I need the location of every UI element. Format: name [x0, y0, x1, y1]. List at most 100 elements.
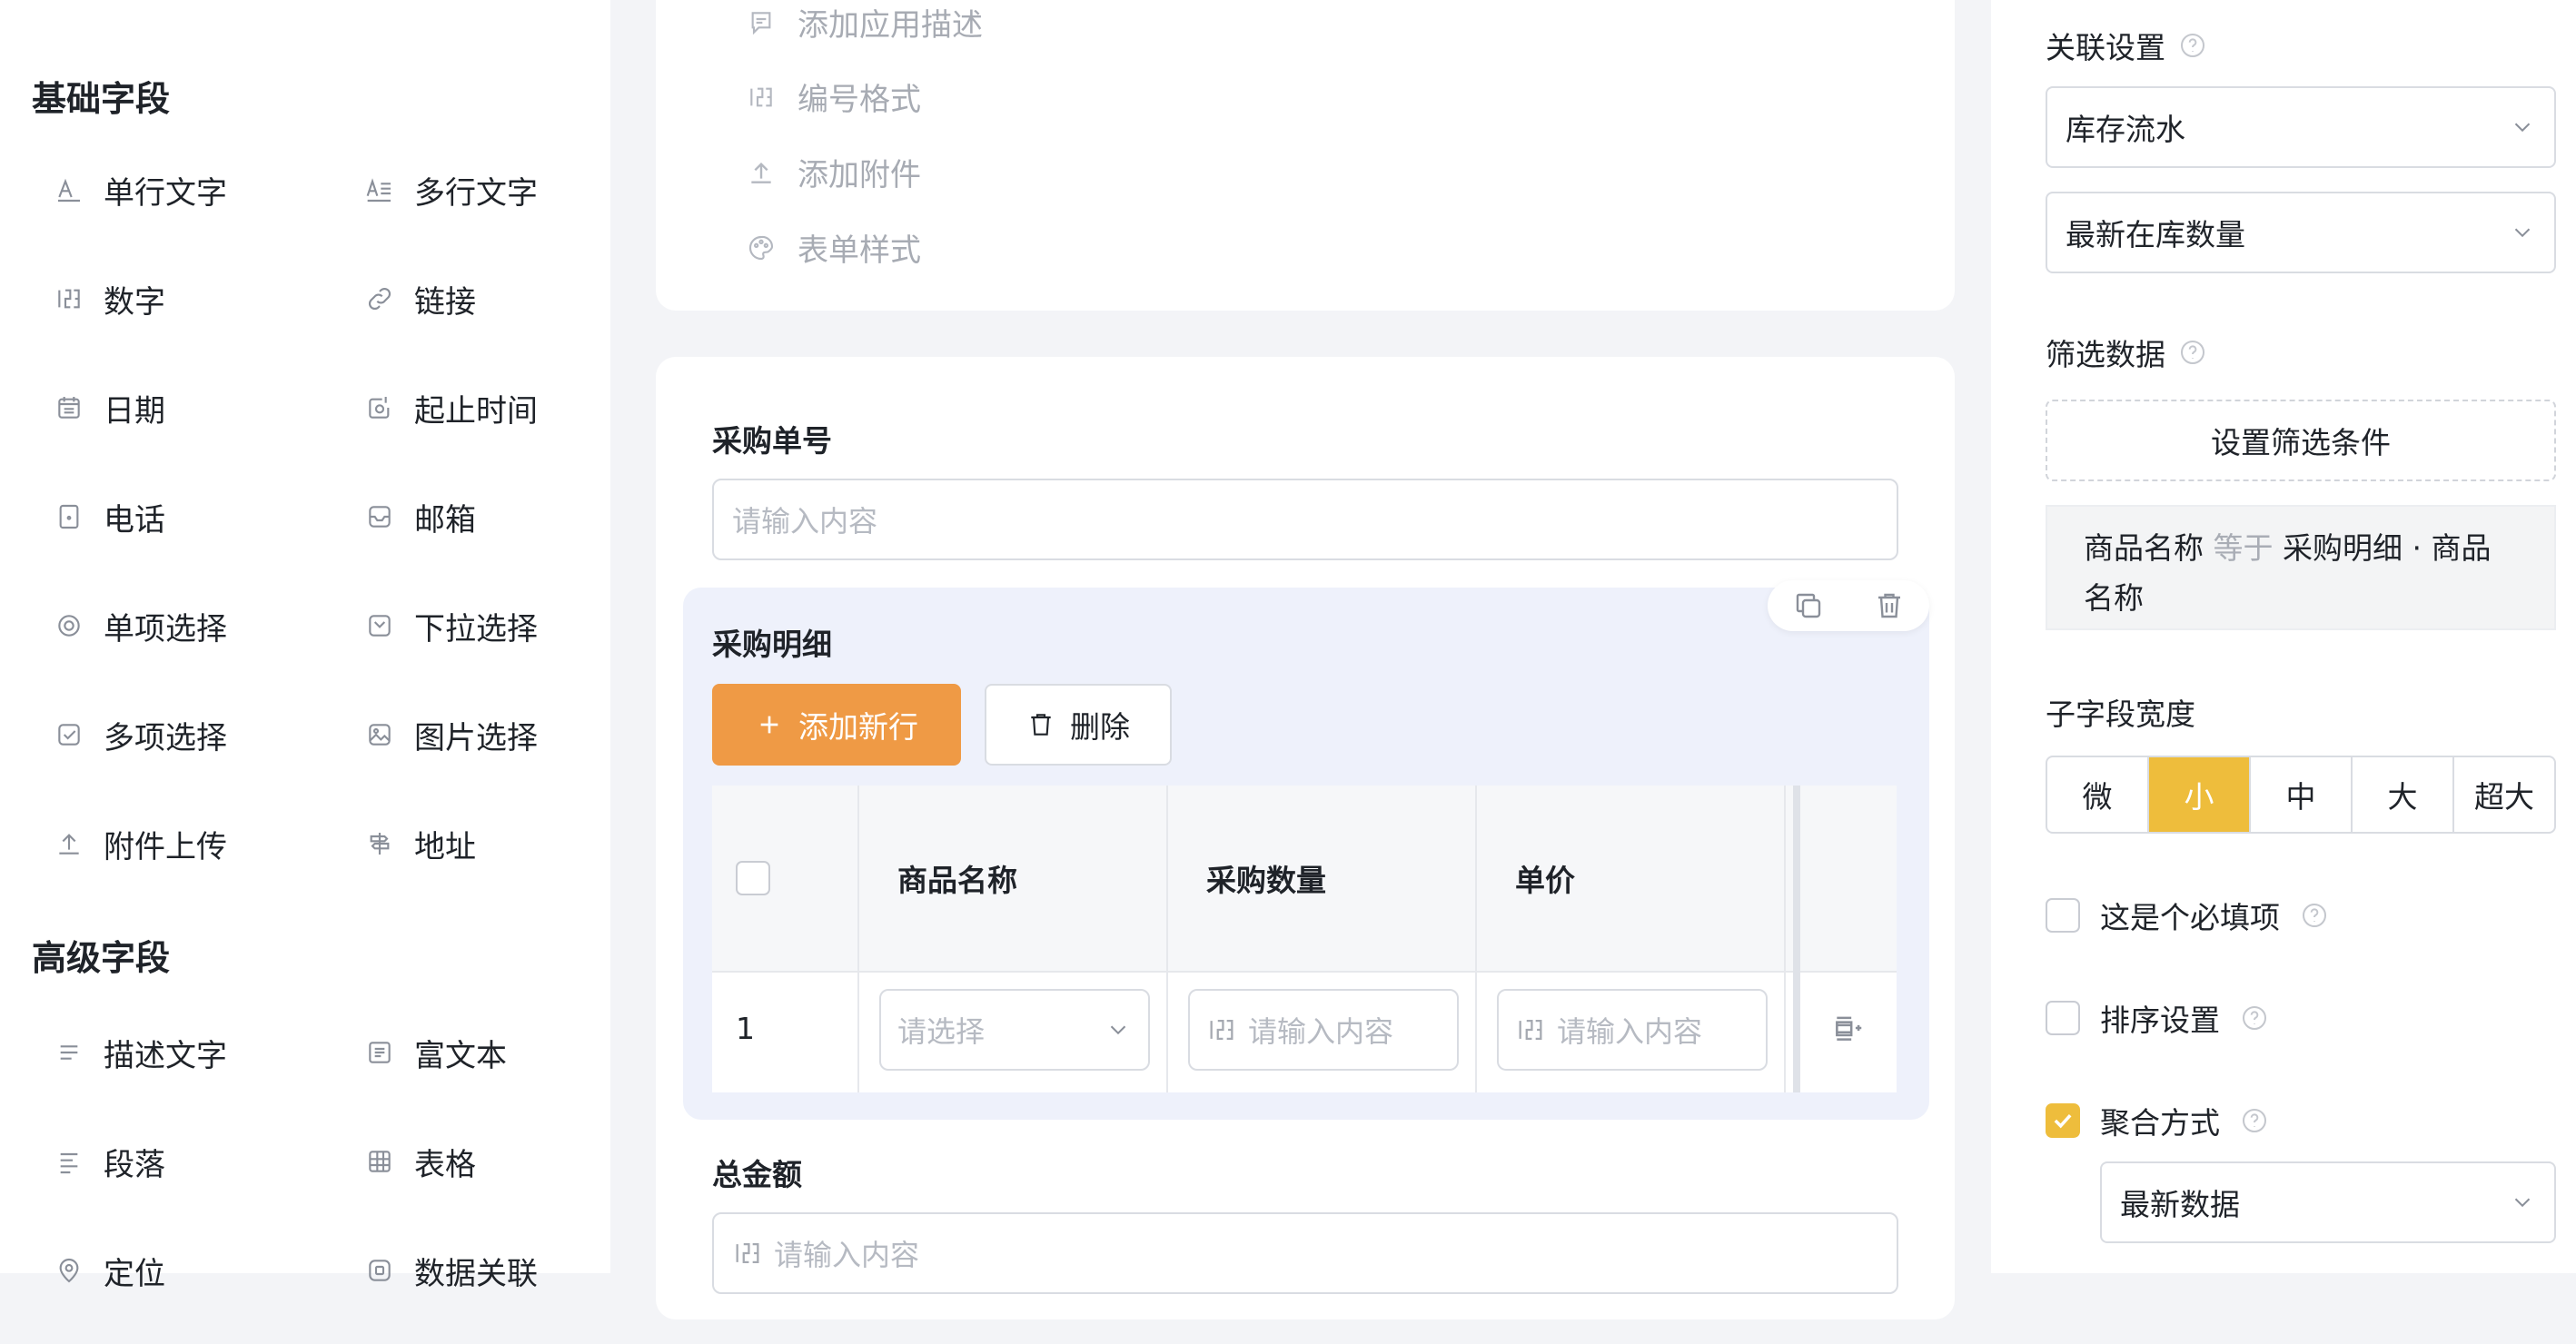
width-option-l[interactable]: 大 [2353, 757, 2454, 832]
field-dropdown[interactable]: 下拉选择 [342, 590, 595, 661]
table-icon [365, 1147, 394, 1176]
field-data-link[interactable]: 数据关联 [342, 1235, 595, 1306]
aggregate-label: 聚合方式 [2100, 1105, 2220, 1141]
field-label: 邮箱 [414, 501, 476, 539]
field-description[interactable]: 描述文字 [32, 1017, 342, 1088]
radio-icon [54, 611, 84, 640]
field-label: 地址 [414, 828, 476, 865]
product-select[interactable]: 请选择 [879, 989, 1150, 1071]
add-row-button[interactable]: 添加新行 [712, 684, 961, 766]
field-label: 表格 [414, 1146, 476, 1183]
width-option-xs[interactable]: 微 [2047, 757, 2149, 832]
add-app-description[interactable]: 添加应用描述 [747, 0, 983, 44]
trash-icon[interactable] [1873, 589, 1906, 622]
row-separator [712, 971, 1897, 973]
row-detail-icon[interactable] [1831, 1011, 1866, 1045]
number-format[interactable]: 编号格式 [747, 74, 921, 119]
field-label: 下拉选择 [414, 610, 538, 647]
filter-condition[interactable]: 商品名称 等于 采购明细 · 商品名称 [2046, 505, 2556, 630]
location-icon [54, 1256, 84, 1285]
row-index: 1 [736, 1011, 755, 1046]
select-all-checkbox[interactable] [736, 861, 770, 895]
col-divider [1475, 786, 1477, 1092]
col-header-qty: 采购数量 [1206, 863, 1326, 898]
field-label: 图片选择 [414, 719, 538, 756]
copy-icon[interactable] [1792, 589, 1825, 622]
condition-field: 商品名称 [2084, 530, 2204, 566]
add-attachment[interactable]: 添加附件 [747, 150, 921, 194]
help-icon[interactable] [2300, 901, 2329, 930]
basic-fields-title: 基础字段 [32, 79, 171, 119]
total-input[interactable]: 请输入内容 [712, 1212, 1898, 1294]
field-mail[interactable]: 邮箱 [342, 481, 595, 552]
field-label: 起止时间 [414, 392, 538, 430]
col-header-price: 单价 [1515, 863, 1575, 898]
field-number[interactable]: 数字 [32, 263, 342, 334]
field-palette: 基础字段 单行文字 多行文字 数字 链接 日期 起止时间 电话 邮箱 单项选择 … [0, 0, 610, 1292]
field-label: 数据关联 [414, 1255, 538, 1292]
help-icon[interactable] [2178, 338, 2207, 367]
width-segmented-control: 微 小 中 大 超大 [2046, 756, 2556, 834]
help-icon[interactable] [2240, 1106, 2269, 1135]
required-option[interactable]: 这是个必填项 [2046, 894, 2329, 937]
chevron-down-icon [2509, 1189, 2536, 1216]
aggregate-select[interactable]: 最新数据 [2100, 1161, 2556, 1243]
col-divider [1784, 786, 1786, 1092]
field-link[interactable]: 链接 [342, 263, 595, 334]
required-checkbox[interactable] [2046, 898, 2080, 933]
properties-panel: 关联设置 库存流水 最新在库数量 筛选数据 设置筛选条件 商品名称 等于 采购明… [1991, 0, 2576, 1273]
menu-label: 添加附件 [798, 157, 921, 193]
number-icon [54, 284, 84, 313]
sort-checkbox[interactable] [2046, 1001, 2080, 1035]
col-divider [1166, 786, 1168, 1092]
field-label: 单项选择 [104, 610, 227, 647]
total-label: 总金额 [712, 1157, 802, 1192]
col-divider [857, 786, 859, 1092]
purchase-detail-subtable[interactable]: 采购明细 添加新行 删除 商品名称 采购数量 单价 1 请选择 请输入内容 请输… [683, 580, 1929, 1120]
field-multi-line-text[interactable]: 多行文字 [342, 154, 595, 225]
aggregate-checkbox[interactable] [2046, 1103, 2080, 1138]
sort-option[interactable]: 排序设置 [2046, 996, 2269, 1040]
aggregate-option[interactable]: 聚合方式 [2046, 1099, 2269, 1142]
field-phone[interactable]: 电话 [32, 481, 342, 552]
field-rich-text[interactable]: 富文本 [342, 1017, 595, 1088]
width-option-s[interactable]: 小 [2149, 757, 2251, 832]
field-checkbox[interactable]: 多项选择 [32, 699, 342, 770]
field-table[interactable]: 表格 [342, 1126, 595, 1197]
set-filter-button[interactable]: 设置筛选条件 [2046, 400, 2556, 481]
field-single-line-text[interactable]: 单行文字 [32, 154, 342, 225]
field-radio[interactable]: 单项选择 [32, 590, 342, 661]
advanced-fields-grid: 描述文字 富文本 段落 表格 定位 数据关联 [32, 1017, 595, 1344]
mail-icon [365, 502, 394, 531]
relation-field-select[interactable]: 最新在库数量 [2046, 192, 2556, 273]
field-paragraph[interactable]: 段落 [32, 1126, 342, 1197]
sort-label: 排序设置 [2100, 1003, 2220, 1038]
field-image[interactable]: 图片选择 [342, 699, 595, 770]
field-upload[interactable]: 附件上传 [32, 808, 342, 879]
field-date-range[interactable]: 起止时间 [342, 372, 595, 443]
relation-source-select[interactable]: 库存流水 [2046, 86, 2556, 168]
order-no-input[interactable]: 请输入内容 [712, 479, 1898, 560]
field-label: 链接 [414, 283, 476, 321]
help-icon[interactable] [2240, 1003, 2269, 1033]
width-option-xl[interactable]: 超大 [2454, 757, 2554, 832]
number-icon [1206, 1014, 1237, 1045]
chevron-down-icon [1105, 1016, 1132, 1043]
field-date[interactable]: 日期 [32, 372, 342, 443]
plus-icon [755, 710, 784, 739]
field-label: 数字 [104, 283, 165, 321]
field-label: 电话 [104, 501, 165, 539]
order-no-label: 采购单号 [712, 423, 832, 459]
qty-input[interactable]: 请输入内容 [1188, 989, 1459, 1071]
relation-source-value: 库存流水 [2066, 112, 2185, 147]
phone-icon [54, 502, 84, 531]
price-input[interactable]: 请输入内容 [1497, 989, 1768, 1071]
form-style[interactable]: 表单样式 [747, 225, 921, 270]
field-address[interactable]: 地址 [342, 808, 595, 879]
help-icon[interactable] [2178, 31, 2207, 60]
menu-label: 表单样式 [798, 232, 921, 269]
width-option-m[interactable]: 中 [2251, 757, 2353, 832]
field-location[interactable]: 定位 [32, 1235, 342, 1306]
delete-button[interactable]: 删除 [985, 684, 1172, 766]
relation-title-text: 关联设置 [2046, 30, 2165, 65]
